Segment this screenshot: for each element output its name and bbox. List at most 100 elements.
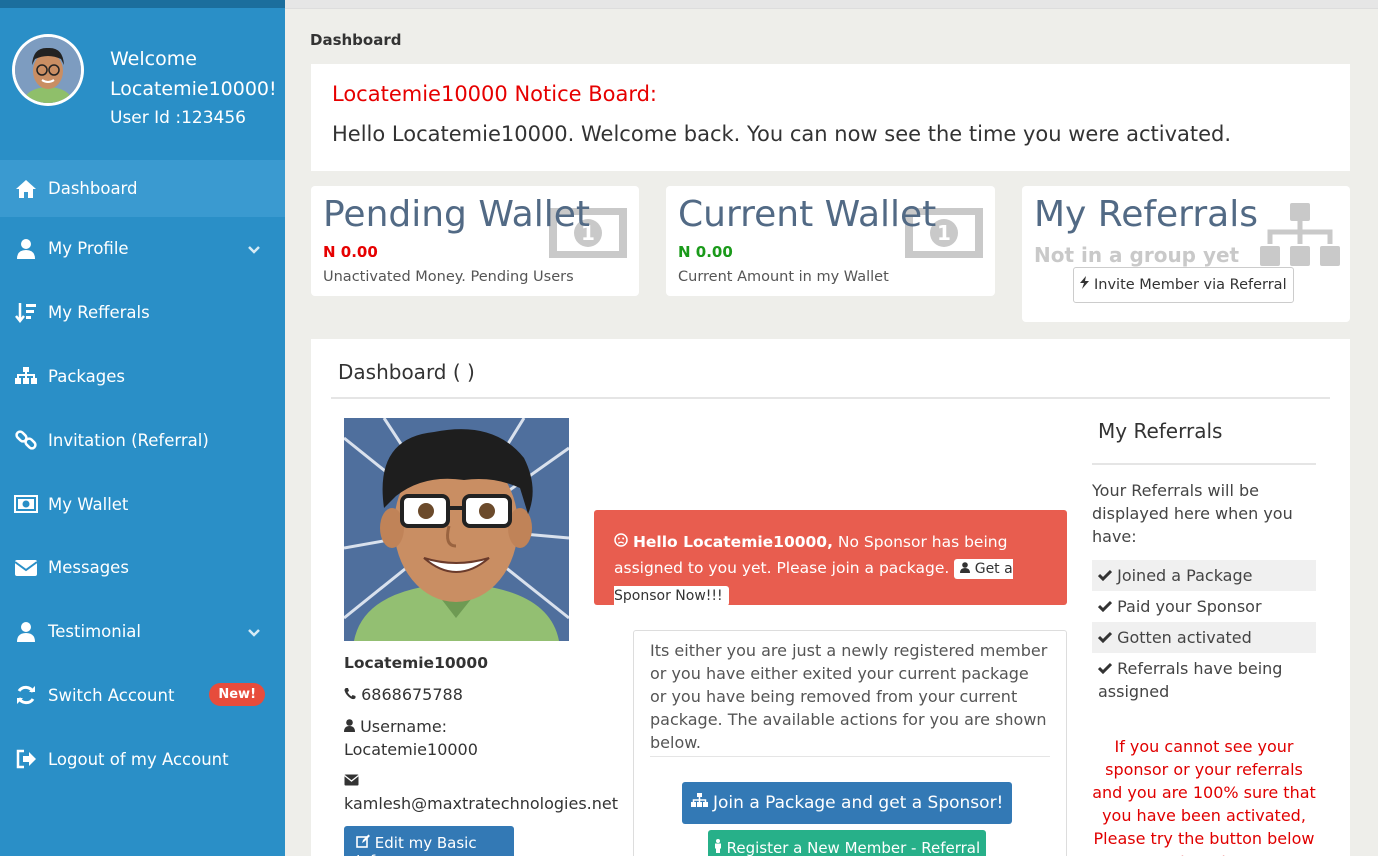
profile-username: Username: Locatemie10000	[344, 715, 478, 761]
actions-box: Its either you are just a newly register…	[633, 630, 1067, 856]
checklist-label: Gotten activated	[1117, 628, 1252, 647]
edit-icon	[356, 834, 375, 852]
profile-username-value: Locatemie10000	[344, 740, 478, 759]
sidebar-item-label: My Profile	[48, 239, 129, 259]
check-icon	[1097, 628, 1113, 647]
sidebar-item-label: Testimonial	[48, 622, 141, 642]
sitemap-icon	[14, 364, 38, 388]
checklist-label: Referrals have being assigned	[1098, 659, 1283, 701]
male-icon	[714, 839, 727, 856]
profile-email-value: kamlesh@maxtratechnologies.net	[344, 794, 618, 813]
join-package-button[interactable]: Join a Package and get a Sponsor!	[682, 782, 1012, 824]
edit-basic-info-label: Edit my Basic Info	[356, 834, 477, 856]
user-id: User Id :123456	[110, 108, 246, 128]
frown-icon	[614, 533, 633, 551]
phone-icon	[344, 685, 361, 704]
sidebar-item-my-profile[interactable]: My Profile	[0, 217, 285, 281]
user-icon	[14, 237, 38, 261]
edit-basic-info-button[interactable]: Edit my Basic Info	[344, 826, 514, 856]
welcome-text: Welcome Locatemie10000!	[110, 44, 277, 104]
check-icon	[1097, 597, 1113, 616]
profile-phone: 6868675788	[344, 685, 463, 704]
my-referrals-title: My Referrals	[1034, 194, 1258, 235]
sidebar-item-label: Dashboard	[48, 179, 138, 198]
sidebar-item-my-wallet[interactable]: My Wallet	[0, 472, 285, 536]
referrals-warning: If you cannot see your sponsor or your r…	[1092, 737, 1316, 856]
sponsor-alert: Hello Locatemie10000, No Sponsor has bei…	[594, 510, 1067, 606]
sidebar-item-switch-account[interactable]: Switch Account New!	[0, 664, 285, 728]
main-content: Dashboard Locatemie10000 Notice Board: H…	[285, 0, 1378, 856]
current-wallet-desc: Current Amount in my Wallet	[678, 269, 889, 285]
sidebar-item-invitation[interactable]: Invitation (Referral)	[0, 408, 285, 472]
referrals-panel: My Referrals Your Referrals will be disp…	[1092, 419, 1316, 856]
alert-greeting: Hello Locatemie10000,	[632, 533, 833, 551]
checklist-label: Paid your Sponsor	[1117, 597, 1262, 616]
sidebar-item-logout[interactable]: Logout of my Account	[0, 727, 285, 791]
user-icon	[14, 620, 38, 644]
checklist-label: Joined a Package	[1117, 566, 1253, 585]
sidebar: Welcome Locatemie10000! User Id :123456 …	[0, 0, 285, 856]
divider	[650, 756, 1050, 757]
profile-username-label: Username:	[360, 717, 448, 736]
pending-wallet-amount: N 0.00	[323, 243, 378, 261]
referrals-panel-desc: Your Referrals will be displayed here wh…	[1092, 481, 1293, 546]
check-icon	[1097, 659, 1113, 678]
checklist-item: Referrals have being assigned	[1092, 653, 1316, 707]
referral-status: Not in a group yet	[1034, 243, 1240, 267]
actions-text: Its either you are just a newly register…	[650, 641, 1048, 752]
notice-board: Locatemie10000 Notice Board: Hello Locat…	[311, 64, 1350, 171]
chevron-down-icon	[247, 625, 261, 644]
dashboard-panel: Dashboard ( ) Locatemie10000 6868675788 …	[311, 339, 1350, 856]
sidebar-item-dashboard[interactable]: Dashboard	[0, 160, 285, 217]
sidebar-item-messages[interactable]: Messages	[0, 536, 285, 600]
notice-title: Locatemie10000 Notice Board:	[332, 82, 657, 106]
sidebar-item-label: Invitation (Referral)	[48, 430, 209, 450]
chevron-down-icon	[247, 242, 261, 261]
checklist-item: Joined a Package	[1092, 560, 1316, 591]
top-bar	[285, 0, 1378, 9]
register-member-label: Register a New Member - Referral	[726, 839, 981, 856]
checklist-item: Paid your Sponsor	[1092, 591, 1316, 622]
divider	[1092, 463, 1316, 465]
welcome-username: Locatemie10000!	[110, 78, 277, 100]
sidebar-item-label: Logout of my Account	[48, 749, 229, 769]
sidebar-top-strip	[0, 0, 285, 8]
welcome-label: Welcome	[110, 48, 197, 70]
profile-phone-value: 6868675788	[361, 685, 463, 704]
sidebar-item-label: Switch Account	[48, 685, 175, 705]
sidebar-item-packages[interactable]: Packages	[0, 345, 285, 409]
svg-text:1: 1	[937, 221, 951, 245]
referrals-panel-title: My Referrals	[1098, 419, 1223, 443]
current-wallet-card: 1 Current Wallet N 0.00 Current Amount i…	[666, 186, 995, 296]
check-icon	[1097, 566, 1113, 585]
my-referrals-card: My Referrals Not in a group yet Invite M…	[1022, 186, 1350, 322]
current-wallet-title: Current Wallet	[678, 194, 937, 235]
envelope-icon	[344, 771, 359, 790]
new-badge: New!	[209, 683, 265, 707]
sitemap-icon	[690, 793, 713, 813]
sidebar-item-label: My Refferals	[48, 303, 150, 323]
avatar[interactable]	[12, 34, 84, 106]
invite-member-button[interactable]: Invite Member via Referral	[1073, 267, 1294, 303]
current-wallet-amount: N 0.00	[678, 243, 733, 261]
divider	[331, 397, 1330, 399]
user-icon	[344, 717, 360, 736]
page-title: Dashboard	[310, 31, 402, 49]
sidebar-item-label: My Wallet	[48, 494, 129, 514]
envelope-icon	[14, 556, 38, 580]
bolt-icon	[1080, 276, 1094, 293]
register-member-button[interactable]: Register a New Member - Referral	[708, 830, 986, 856]
profile-email: kamlesh@maxtratechnologies.net	[344, 769, 618, 815]
profile-name: Locatemie10000	[344, 654, 488, 672]
join-package-label: Join a Package and get a Sponsor!	[713, 793, 1004, 813]
pending-wallet-desc: Unactivated Money. Pending Users	[323, 269, 574, 285]
pending-wallet-title: Pending Wallet	[323, 194, 590, 235]
sign-out-icon	[14, 747, 38, 771]
notice-body: Hello Locatemie10000. Welcome back. You …	[332, 122, 1232, 146]
pending-wallet-card: 1 Pending Wallet N 0.00 Unactivated Mone…	[311, 186, 639, 296]
sidebar-item-testimonial[interactable]: Testimonial	[0, 600, 285, 664]
sort-amount-icon	[14, 301, 38, 325]
sidebar-item-label: Messages	[48, 558, 129, 578]
sidebar-item-my-refferals[interactable]: My Refferals	[0, 281, 285, 345]
money-icon	[14, 492, 38, 516]
